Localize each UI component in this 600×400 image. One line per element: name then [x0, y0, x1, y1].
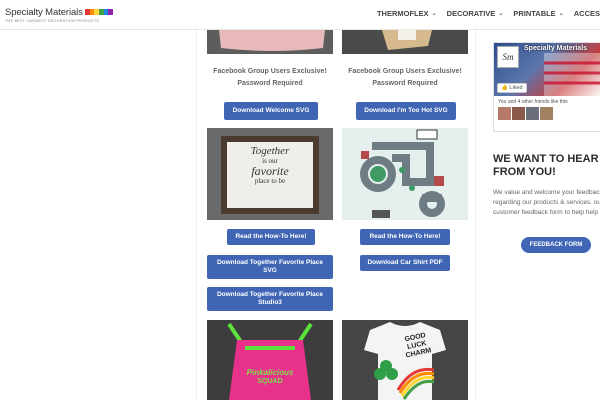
liked-label: Liked — [509, 85, 523, 91]
facebook-cover-image: Sm Specialty Materials 👍 Liked — [494, 43, 600, 96]
avatar[interactable] — [512, 107, 525, 120]
product-image-car-shirt[interactable] — [342, 128, 468, 220]
read-how-to-button[interactable]: Read the How-To Here! — [360, 229, 450, 245]
shirt-text-line: SQUAD — [257, 378, 283, 385]
facebook-friends-text: You and 4 other friends like this — [498, 99, 568, 105]
download-too-hot-svg-button[interactable]: Download I'm Too Hot SVG — [356, 102, 456, 120]
sidebar: Sm Specialty Materials 👍 Liked You and 4… — [477, 30, 600, 400]
download-together-favorite-svg-button[interactable]: Download Together Favorite Place SVG — [207, 255, 333, 279]
car-track-image — [342, 128, 468, 220]
content-column: Facebook Group Users Exclusive! Password… — [196, 30, 476, 400]
nav-item-printable[interactable]: PRINTABLE ⌄ — [513, 9, 563, 18]
product-image-pinkalicious-squad[interactable]: Pinkalicious SQUAD — [207, 320, 333, 400]
pink-shirt-image — [207, 320, 333, 400]
shirt-text-line: Pinkalicious — [246, 368, 294, 377]
sign-text-line: favorite — [251, 164, 289, 178]
thumbs-up-icon: 👍 — [501, 85, 508, 91]
main-nav: THERMOFLEX ⌄ DECORATIVE ⌄ PRINTABLE ⌄ ACCES — [367, 9, 600, 18]
facebook-liked-button[interactable]: 👍 Liked — [497, 83, 527, 93]
feedback-form-button[interactable]: FEEDBACK FORM — [521, 237, 591, 253]
shirt-text: Pinkalicious SQUAD — [229, 368, 311, 386]
sign-image — [342, 30, 468, 54]
facebook-page-widget[interactable]: Sm Specialty Materials 👍 Liked You and 4… — [493, 42, 600, 132]
sign-text-line: place to be — [254, 177, 286, 185]
feedback-heading: WE WANT TO HEAR FROM YOU! — [493, 153, 599, 179]
feedback-body-text: We value and welcome your feedback regar… — [493, 189, 600, 216]
sign-text-line: Together — [250, 145, 290, 157]
chevron-down-icon: ⌄ — [498, 11, 504, 17]
nav-item-decorative[interactable]: DECORATIVE ⌄ — [447, 9, 504, 18]
logo-color-bar — [85, 9, 114, 15]
nav-item-accessories[interactable]: ACCES — [574, 9, 600, 18]
feedback-heading-line: WE WANT TO HEAR — [493, 153, 599, 165]
chevron-down-icon: ⌄ — [558, 11, 564, 17]
download-car-shirt-pdf-button[interactable]: Download Car Shirt PDF — [360, 255, 450, 271]
card-caption: Facebook Group Users Exclusive! Password… — [213, 68, 327, 87]
pillow-image — [207, 30, 333, 54]
nav-label: PRINTABLE — [513, 9, 556, 18]
product-image-too-hot[interactable] — [342, 30, 468, 54]
chevron-down-icon: ⌄ — [431, 11, 437, 17]
nav-label: ACCES — [573, 9, 600, 18]
header: Specialty Materials THE BEST GARMENT DEC… — [0, 0, 600, 30]
nav-label: DECORATIVE — [446, 9, 496, 18]
facebook-page-avatar: Sm — [497, 46, 519, 68]
avatar[interactable] — [540, 107, 553, 120]
avatar[interactable] — [498, 107, 511, 120]
facebook-page-name[interactable]: Specialty Materials — [524, 45, 587, 52]
product-image-together-favorite-place[interactable]: Together is our favorite place to be — [207, 128, 333, 220]
card-caption: Facebook Group Users Exclusive! Password… — [348, 68, 462, 87]
logo-tagline: THE BEST GARMENT DECORATION PRODUCTS — [5, 19, 100, 23]
avatar[interactable] — [526, 107, 539, 120]
sign-text: Together is our favorite place to be — [227, 146, 313, 186]
download-welcome-svg-button[interactable]: Download Welcome SVG — [224, 102, 318, 120]
product-image-welcome[interactable] — [207, 30, 333, 54]
feedback-heading-line: FROM YOU! — [493, 166, 556, 178]
facebook-friend-avatars — [498, 107, 554, 120]
download-together-favorite-studio3-button[interactable]: Download Together Favorite Place Studio3 — [207, 287, 333, 311]
nav-label: THERMOFLEX — [376, 9, 429, 18]
read-how-to-button[interactable]: Read the How-To Here! — [227, 229, 315, 245]
product-image-good-luck-charm[interactable]: GOOD LUCK CHARM — [342, 320, 468, 400]
nav-item-thermoflex[interactable]: THERMOFLEX ⌄ — [377, 9, 437, 18]
site-logo[interactable]: Specialty Materials THE BEST GARMENT DEC… — [5, 7, 114, 23]
